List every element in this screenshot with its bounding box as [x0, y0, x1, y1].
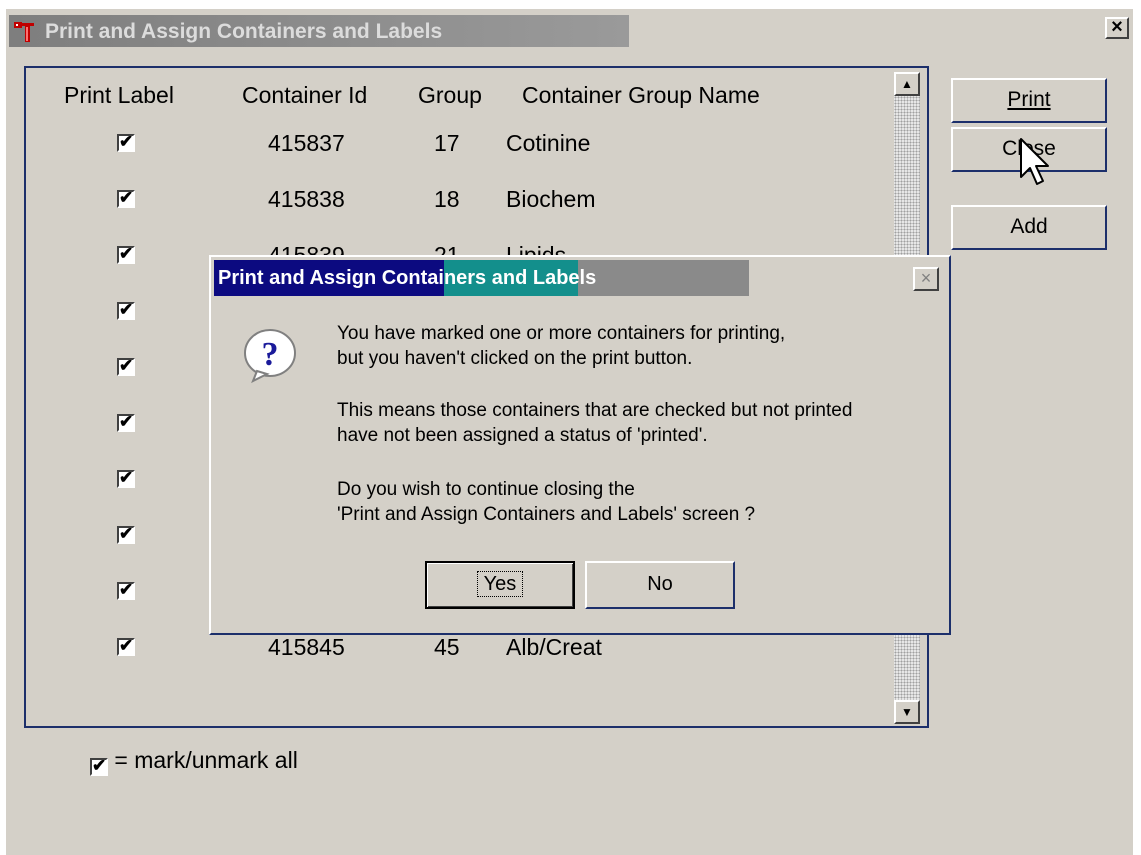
check-icon: ✔ [119, 244, 134, 263]
print-label-checkbox[interactable]: ✔ [117, 356, 135, 376]
check-icon: ✔ [119, 132, 134, 151]
check-icon: ✔ [92, 756, 107, 775]
add-button-label: Add [1010, 215, 1048, 238]
group-cell: 45 [434, 634, 460, 660]
print-label-checkbox[interactable]: ✔ [117, 468, 135, 488]
dialog-title: Print and Assign Containers and Labels [218, 267, 597, 289]
dialog-titlebar: Print and Assign Containers and Labels [214, 260, 749, 296]
group-cell: 17 [434, 130, 460, 156]
question-icon: ? [244, 329, 296, 384]
yes-button[interactable]: Yes [425, 561, 575, 609]
dialog-message-line: have not been assigned a status of 'prin… [337, 425, 708, 446]
no-button[interactable]: No [585, 561, 735, 609]
header-print-label: Print Label [64, 82, 174, 108]
confirm-dialog: Print and Assign Containers and Labels ×… [209, 255, 951, 635]
dialog-message-line: Do you wish to continue closing the [337, 479, 635, 500]
window-titlebar: Print and Assign Containers and Labels [9, 15, 629, 47]
print-label-checkbox[interactable]: ✔ [117, 188, 135, 208]
no-button-label: No [647, 573, 673, 595]
dialog-close-button[interactable]: × [913, 267, 939, 291]
check-icon: ✔ [119, 636, 134, 655]
dialog-message-line: 'Print and Assign Containers and Labels'… [337, 504, 756, 525]
mark-all-checkbox[interactable]: ✔ [90, 756, 108, 776]
header-group-name: Container Group Name [522, 82, 760, 108]
print-label-checkbox[interactable]: ✔ [117, 300, 135, 320]
print-label-checkbox[interactable]: ✔ [117, 132, 135, 152]
scroll-down-button[interactable]: ▼ [894, 700, 920, 724]
check-icon: ✔ [119, 412, 134, 431]
dialog-message-line: This means those containers that are che… [337, 400, 853, 421]
print-button-label: Print [1007, 88, 1051, 111]
check-icon: ✔ [119, 580, 134, 599]
yes-button-label: Yes [476, 571, 524, 597]
app-icon [14, 22, 34, 42]
print-button[interactable]: Print [951, 78, 1107, 123]
container-id-cell: 415837 [268, 130, 345, 156]
group-name-cell: Cotinine [506, 130, 591, 156]
mark-all-label: = mark/unmark all [114, 747, 298, 773]
add-button[interactable]: Add [951, 205, 1107, 250]
print-label-checkbox[interactable]: ✔ [117, 524, 135, 544]
print-label-checkbox[interactable]: ✔ [117, 244, 135, 264]
check-icon: ✔ [119, 356, 134, 375]
window-close-button[interactable]: × [1105, 17, 1129, 39]
header-group: Group [418, 82, 482, 108]
dialog-message-line: but you haven't clicked on the print but… [337, 348, 693, 369]
scroll-up-button[interactable]: ▲ [894, 72, 920, 96]
check-icon: ✔ [119, 468, 134, 487]
check-icon: ✔ [119, 300, 134, 319]
print-label-checkbox[interactable]: ✔ [117, 636, 135, 656]
mark-all-row: ✔ = mark/unmark all [90, 747, 298, 776]
check-icon: ✔ [119, 188, 134, 207]
print-label-checkbox[interactable]: ✔ [117, 580, 135, 600]
print-label-checkbox[interactable]: ✔ [117, 412, 135, 432]
mouse-pointer-icon [1020, 138, 1049, 185]
container-id-cell: 415838 [268, 186, 345, 212]
container-id-cell: 415845 [268, 634, 345, 660]
check-icon: ✔ [119, 524, 134, 543]
svg-text:?: ? [262, 336, 279, 373]
group-name-cell: Alb/Creat [506, 634, 602, 660]
group-name-cell: Biochem [506, 186, 596, 212]
header-container-id: Container Id [242, 82, 368, 108]
group-cell: 18 [434, 186, 460, 212]
dialog-message-line: You have marked one or more containers f… [337, 323, 786, 344]
window-title: Print and Assign Containers and Labels [45, 20, 443, 43]
